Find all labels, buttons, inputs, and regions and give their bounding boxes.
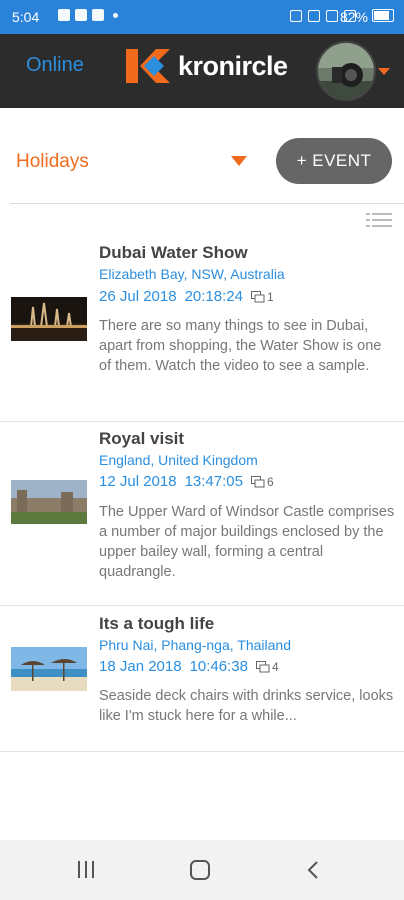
media-count: 1: [250, 289, 274, 304]
event-date: 26 Jul 2018: [99, 288, 177, 305]
connection-status: Online: [26, 54, 84, 76]
gallery-icon: [75, 9, 87, 21]
event-description: Seaside deck chairs with drinks service,…: [99, 688, 394, 724]
event-thumbnail[interactable]: [11, 297, 87, 341]
event-item[interactable]: Royal visit England, United Kingdom 12 J…: [0, 422, 404, 606]
event-datetime: 12 Jul 2018 13:47:05 6: [99, 473, 274, 490]
account-menu-caret-icon[interactable]: [378, 68, 390, 75]
event-title: Its a tough life: [99, 614, 215, 633]
event-time: 20:18:24: [184, 288, 243, 305]
app-header: Online kronircle: [0, 34, 404, 108]
event-datetime: 26 Jul 2018 20:18:24 1: [99, 288, 274, 305]
event-time: 13:47:05: [184, 473, 243, 490]
battery-percent: 82%: [339, 9, 368, 25]
media-count-value: 1: [266, 289, 274, 304]
kronircle-logo-icon: [126, 49, 170, 83]
event-time: 10:46:38: [189, 658, 248, 675]
event-title: Royal visit: [99, 429, 185, 448]
divider: [10, 203, 404, 204]
event-description: There are so many things to see in Dubai…: [99, 318, 382, 374]
media-count: 6: [250, 474, 274, 489]
event-location[interactable]: Phru Nai, Phang-nga, Thailand: [99, 637, 291, 653]
album-dropdown-icon[interactable]: [231, 156, 247, 166]
status-bar: 5:04 82%: [0, 0, 404, 34]
event-list-screen: Holidays + EVENT Dubai Water Show Elizab…: [0, 108, 404, 840]
image-icon: [92, 9, 104, 21]
recent-apps-icon[interactable]: [78, 861, 94, 878]
notification-icons: [58, 9, 118, 21]
media-count: 4: [255, 659, 279, 674]
wifi-icon: [326, 10, 338, 22]
home-icon[interactable]: [190, 860, 210, 880]
app-logo: kronircle: [122, 47, 288, 85]
brand-name: kronircle: [178, 50, 288, 81]
event-location[interactable]: Elizabeth Bay, NSW, Australia: [99, 266, 285, 282]
event-item[interactable]: Dubai Water Show Elizabeth Bay, NSW, Aus…: [0, 235, 404, 422]
message-icon: [58, 9, 70, 21]
add-event-button[interactable]: + EVENT: [276, 138, 392, 184]
event-item[interactable]: Its a tough life Phru Nai, Phang-nga, Th…: [0, 606, 404, 752]
event-datetime: 18 Jan 2018 10:46:38 4: [99, 658, 279, 675]
album-selector[interactable]: Holidays: [16, 151, 89, 173]
event-description: The Upper Ward of Windsor Castle compris…: [99, 504, 395, 580]
avatar-photo: [318, 43, 374, 99]
media-count-value: 4: [271, 659, 279, 674]
event-date: 12 Jul 2018: [99, 473, 177, 490]
back-icon[interactable]: [306, 860, 320, 880]
system-nav-bar: [0, 840, 404, 900]
media-gallery-icon: [255, 660, 270, 672]
alarm-icon: [290, 10, 302, 22]
battery-icon: [372, 9, 394, 22]
media-count-value: 6: [266, 474, 274, 489]
list-view-icon[interactable]: [366, 213, 392, 227]
media-gallery-icon: [250, 290, 265, 302]
media-gallery-icon: [250, 475, 265, 487]
status-time: 5:04: [12, 9, 40, 25]
event-location[interactable]: England, United Kingdom: [99, 452, 258, 468]
event-thumbnail[interactable]: [11, 647, 87, 691]
event-title: Dubai Water Show: [99, 243, 248, 262]
user-avatar[interactable]: [316, 41, 376, 101]
event-date: 18 Jan 2018: [99, 658, 182, 675]
event-thumbnail[interactable]: [11, 480, 87, 524]
mute-icon: [308, 10, 320, 22]
more-notifications-icon: [113, 12, 118, 18]
